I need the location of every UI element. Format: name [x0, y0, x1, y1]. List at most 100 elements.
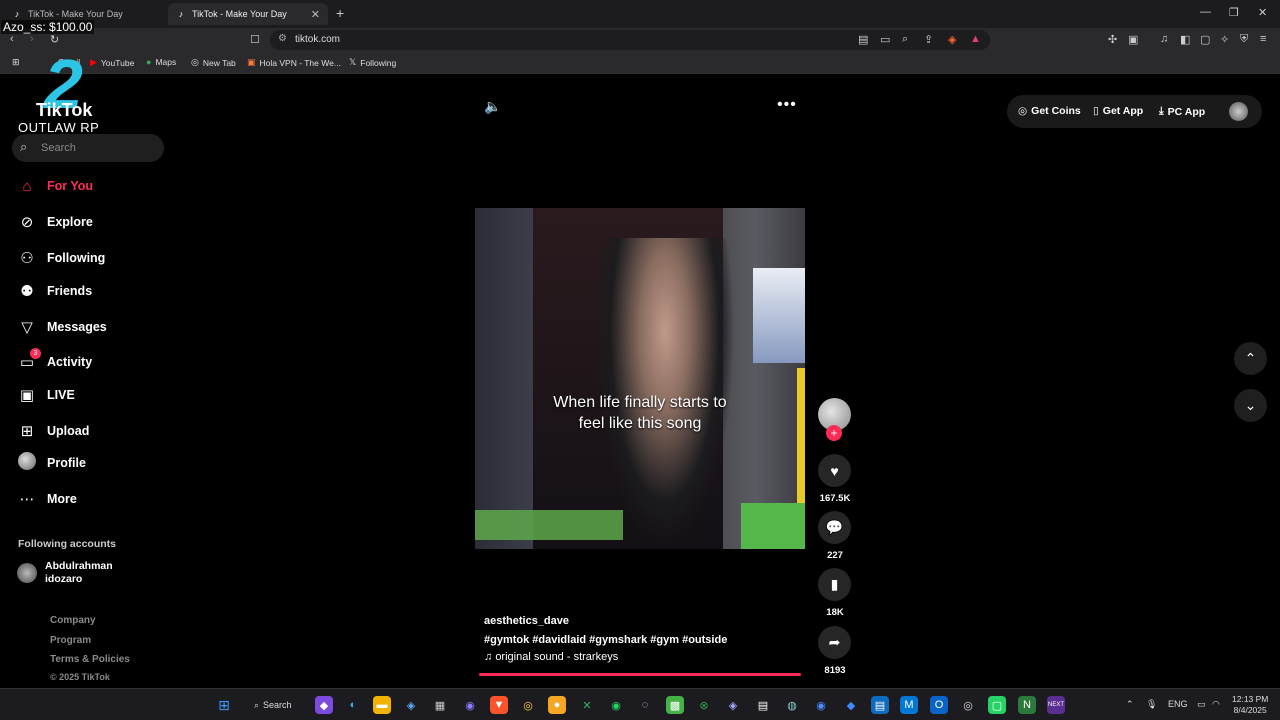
site-settings-icon[interactable]: ⚙ — [278, 33, 287, 44]
sidebar-toggle-icon[interactable]: ◧ — [1180, 33, 1190, 46]
app-icon[interactable]: ● — [548, 696, 566, 714]
nav-following[interactable]: ⚇ Following — [18, 246, 105, 270]
video-sound[interactable]: ♫ original sound - strarkeys — [484, 651, 618, 663]
video-hashtags[interactable]: #gymtok #davidlaid #gymshark #gym #outsi… — [484, 634, 727, 646]
bookmark-new-tab[interactable]: ◎ New Tab — [191, 57, 236, 68]
get-app-button[interactable]: ▯ Get App — [1093, 105, 1143, 117]
game-controller-icon[interactable]: ◈ — [724, 696, 742, 714]
system-clock[interactable]: 12:13 PM 8/4/2025 — [1232, 694, 1268, 716]
nav-activity[interactable]: ▭ 3 Activity — [18, 348, 92, 374]
app-icon[interactable]: ▤ — [871, 696, 889, 714]
tiktok-logo[interactable]: 2 TikTok OUTLAW RP — [16, 44, 116, 136]
app-icon[interactable]: N — [1018, 696, 1036, 714]
app-icon[interactable]: ◆ — [842, 696, 860, 714]
nav-explore[interactable]: ⊘ Explore — [18, 210, 93, 234]
bookmark-following[interactable]: 𝕏 Following — [349, 57, 396, 68]
footer-program[interactable]: Program — [50, 635, 91, 646]
logo-brand: TikTok — [36, 100, 93, 120]
app-icon[interactable]: ◉ — [812, 696, 830, 714]
cast-icon[interactable]: ▭ — [880, 33, 890, 46]
store-icon[interactable]: ▦ — [431, 696, 449, 714]
minimize-icon[interactable]: — — [1200, 6, 1211, 18]
share-button[interactable]: ➦ — [818, 626, 851, 659]
comment-count: 227 — [827, 550, 843, 561]
microphone-icon[interactable]: 🎙 — [1146, 699, 1157, 710]
edge-icon[interactable]: ◐ — [344, 696, 362, 714]
excel-icon[interactable]: ✕ — [578, 696, 596, 714]
back-icon[interactable]: ‹ — [10, 33, 14, 45]
nav-for-you[interactable]: ⌂ For You — [18, 174, 93, 198]
spotify-icon[interactable]: ◉ — [607, 696, 625, 714]
menu-icon[interactable]: ≡ — [1260, 33, 1266, 45]
maximize-icon[interactable]: ❐ — [1229, 6, 1239, 19]
new-tab-button[interactable]: + — [336, 5, 344, 21]
nav-messages[interactable]: ▽ Messages — [18, 315, 107, 339]
close-tab-icon[interactable]: ✕ — [311, 8, 320, 21]
video-progress-bar[interactable] — [479, 673, 801, 676]
windows-start-icon[interactable]: ⊞ — [215, 696, 233, 714]
app-icon[interactable]: ◎ — [959, 696, 977, 714]
outlook-icon[interactable]: O — [930, 696, 948, 714]
chrome-icon[interactable]: ◎ — [519, 696, 537, 714]
previous-video-button[interactable]: ⌃ — [1234, 342, 1267, 375]
vpn-icon[interactable]: ⛨ — [1240, 33, 1248, 46]
taskbar-search[interactable]: ⌕ Search — [246, 695, 302, 715]
app-icon[interactable]: ◌ — [636, 696, 654, 714]
footer-company[interactable]: Company — [50, 615, 96, 626]
save-button[interactable]: ▮ — [818, 568, 851, 601]
footer-terms[interactable]: Terms & Policies — [50, 654, 130, 665]
xbox-icon[interactable]: ⊗ — [695, 696, 713, 714]
tray-chevron-icon[interactable]: ⌃ — [1126, 699, 1134, 710]
media-icon[interactable]: ♫ — [1160, 33, 1168, 45]
steam-icon[interactable]: ◈ — [402, 696, 420, 714]
follow-plus-icon[interactable]: + — [826, 425, 842, 441]
bookmark-icon[interactable]: ☐ — [250, 33, 260, 46]
share-icon[interactable]: ⇪ — [924, 33, 933, 46]
next-video-button[interactable]: ⌄ — [1234, 389, 1267, 422]
wallet-icon[interactable]: ▣ — [1128, 33, 1138, 46]
nav-upload[interactable]: ⊞ Upload — [18, 419, 90, 443]
reader-icon[interactable]: ▤ — [858, 33, 868, 46]
file-explorer-icon[interactable]: ▬ — [373, 696, 391, 714]
address-bar[interactable]: ⚙ tiktok.com ▤ ▭ ⌕ ⇪ ◈ ▲ — [270, 30, 990, 50]
comment-button[interactable]: 💬 — [818, 511, 851, 544]
leo-ai-icon[interactable]: ✧ — [1220, 33, 1229, 46]
brave-shield-icon[interactable]: ◈ — [948, 33, 956, 46]
following-account-item[interactable]: Abdulrahman idozaro — [17, 560, 113, 586]
wifi-icon[interactable]: ◠ — [1212, 699, 1220, 710]
app-icon[interactable]: ◍ — [783, 696, 801, 714]
wallet-card-icon[interactable]: ▢ — [1200, 33, 1210, 46]
search-input[interactable]: ⌕ Search — [12, 134, 164, 162]
minecraft-icon[interactable]: ▩ — [666, 696, 684, 714]
copilot-icon[interactable]: ◆ — [315, 696, 333, 714]
get-coins-button[interactable]: ◎ Get Coins — [1018, 105, 1081, 117]
zoom-icon[interactable]: ⌕ — [902, 33, 908, 46]
browser-tab-active[interactable]: ♪ TikTok - Make Your Day ✕ — [168, 3, 328, 25]
extensions-icon[interactable]: ✣ — [1108, 33, 1117, 46]
nav-profile[interactable]: Profile — [18, 451, 86, 475]
video-author[interactable]: aesthetics_dave — [484, 615, 569, 627]
brave-icon[interactable]: ▼ — [490, 696, 508, 714]
user-avatar[interactable] — [1229, 102, 1248, 121]
display-icon[interactable]: ▭ — [1197, 699, 1206, 710]
brave-rewards-icon[interactable]: ▲ — [970, 33, 981, 45]
coin-icon: ◎ — [1018, 105, 1028, 117]
window-close-icon[interactable]: ✕ — [1258, 6, 1267, 19]
more-options-icon[interactable]: ••• — [777, 96, 797, 114]
volume-icon[interactable]: 🔈 — [484, 98, 501, 115]
app-icon[interactable]: ▤ — [754, 696, 772, 714]
language-indicator[interactable]: ENG — [1168, 699, 1188, 709]
pc-app-button[interactable]: ⤓ PC App — [1159, 105, 1205, 118]
app-icon[interactable]: ▢ — [988, 696, 1006, 714]
app-icon[interactable]: NEXT — [1047, 696, 1065, 714]
nav-more[interactable]: ⋯ More — [18, 487, 77, 511]
app-icon[interactable]: M — [900, 696, 918, 714]
avatar — [17, 563, 37, 583]
nav-friends[interactable]: ⚉ Friends — [18, 279, 92, 303]
video-player[interactable]: When life finally starts to feel like th… — [475, 208, 805, 549]
bookmark-hola-vpn[interactable]: ▣ Hola VPN - The We... — [247, 57, 341, 68]
nav-live[interactable]: ▣ LIVE — [18, 383, 75, 407]
bookmark-maps[interactable]: ● Maps — [146, 57, 176, 67]
like-button[interactable]: ♥ — [818, 454, 851, 487]
discord-icon[interactable]: ◉ — [461, 696, 479, 714]
